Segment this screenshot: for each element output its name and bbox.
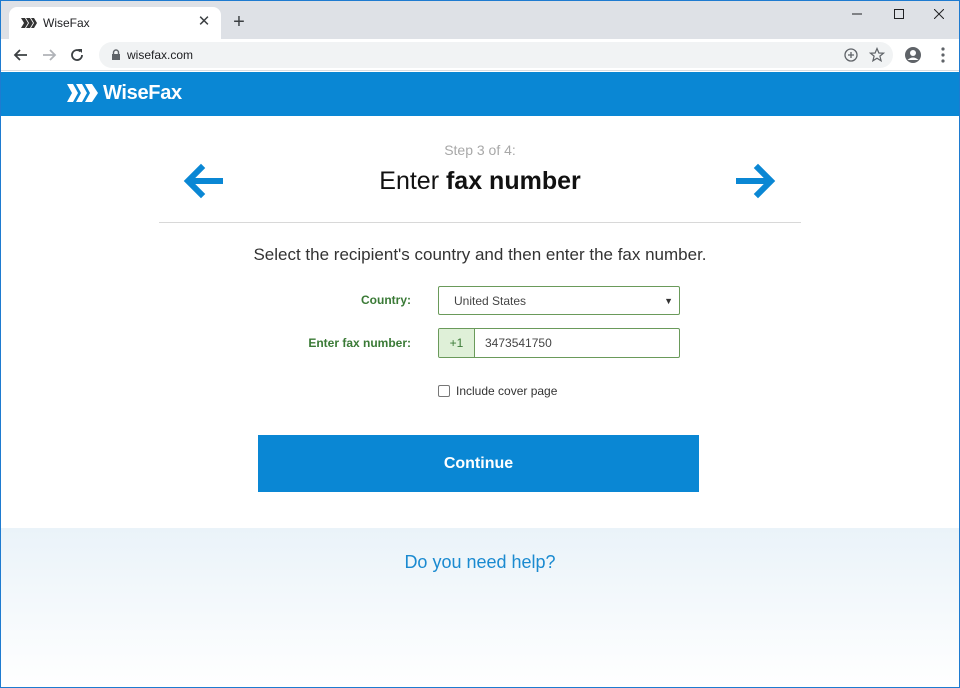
brand-name: WiseFax (103, 82, 182, 104)
window-close-button[interactable] (919, 5, 959, 25)
cover-page-label[interactable]: Include cover page (456, 384, 557, 398)
fax-number-input[interactable]: 3473541750 (485, 336, 552, 350)
tab-strip: WiseFax ✕ + (1, 1, 959, 39)
close-icon (933, 8, 945, 20)
forward-arrow-icon (43, 49, 57, 61)
new-tab-button[interactable]: + (229, 12, 249, 32)
address-bar[interactable]: wisefax.com (99, 42, 893, 68)
step-indicator: Step 3 of 4: (444, 142, 516, 158)
url-text: wisefax.com (127, 48, 194, 62)
wisefax-favicon-icon (21, 18, 37, 28)
tab-close-icon[interactable]: ✕ (195, 13, 213, 31)
country-select-value: United States (454, 294, 527, 308)
fax-number-field[interactable]: +1 3473541750 (438, 328, 680, 358)
minimize-icon (852, 13, 862, 15)
minimize-button[interactable] (837, 5, 877, 25)
page-title-bold: fax number (445, 167, 581, 195)
browser-window: WiseFax ✕ + wisefax.com WiseFax Step 3 o… (0, 0, 960, 688)
browser-toolbar: wisefax.com (1, 39, 959, 71)
page-title-prefix: Enter (379, 167, 446, 195)
profile-avatar-icon[interactable] (903, 45, 923, 65)
lock-icon (112, 49, 120, 60)
country-select[interactable]: United States ▼ (438, 286, 680, 315)
back-arrow-icon (13, 49, 27, 61)
site-header: WiseFax (1, 72, 959, 116)
maximize-icon (894, 9, 904, 19)
chevron-down-icon: ▼ (664, 296, 673, 306)
star-icon[interactable] (869, 47, 885, 63)
instructions-text: Select the recipient's country and then … (253, 245, 707, 264)
maximize-button[interactable] (879, 5, 919, 25)
continue-button[interactable]: Continue (258, 435, 699, 492)
country-label: Country: (361, 293, 411, 307)
add-icon[interactable] (843, 47, 859, 63)
wisefax-logo-icon (67, 84, 98, 102)
reload-icon (71, 49, 83, 61)
country-code-prefix: +1 (439, 329, 475, 357)
menu-kebab-icon[interactable] (933, 45, 953, 65)
back-button[interactable] (11, 45, 31, 65)
reload-button[interactable] (67, 45, 87, 65)
help-link[interactable]: Do you need help? (1, 552, 959, 573)
cover-page-checkbox[interactable] (438, 385, 450, 397)
tab-title: WiseFax (43, 16, 90, 30)
forward-button[interactable] (39, 45, 59, 65)
fax-number-label: Enter fax number: (308, 336, 411, 350)
next-step-arrow-icon[interactable] (736, 163, 776, 199)
browser-tab[interactable]: WiseFax ✕ (9, 7, 221, 39)
divider (159, 222, 801, 223)
page-title: Enter fax number (1, 167, 959, 196)
